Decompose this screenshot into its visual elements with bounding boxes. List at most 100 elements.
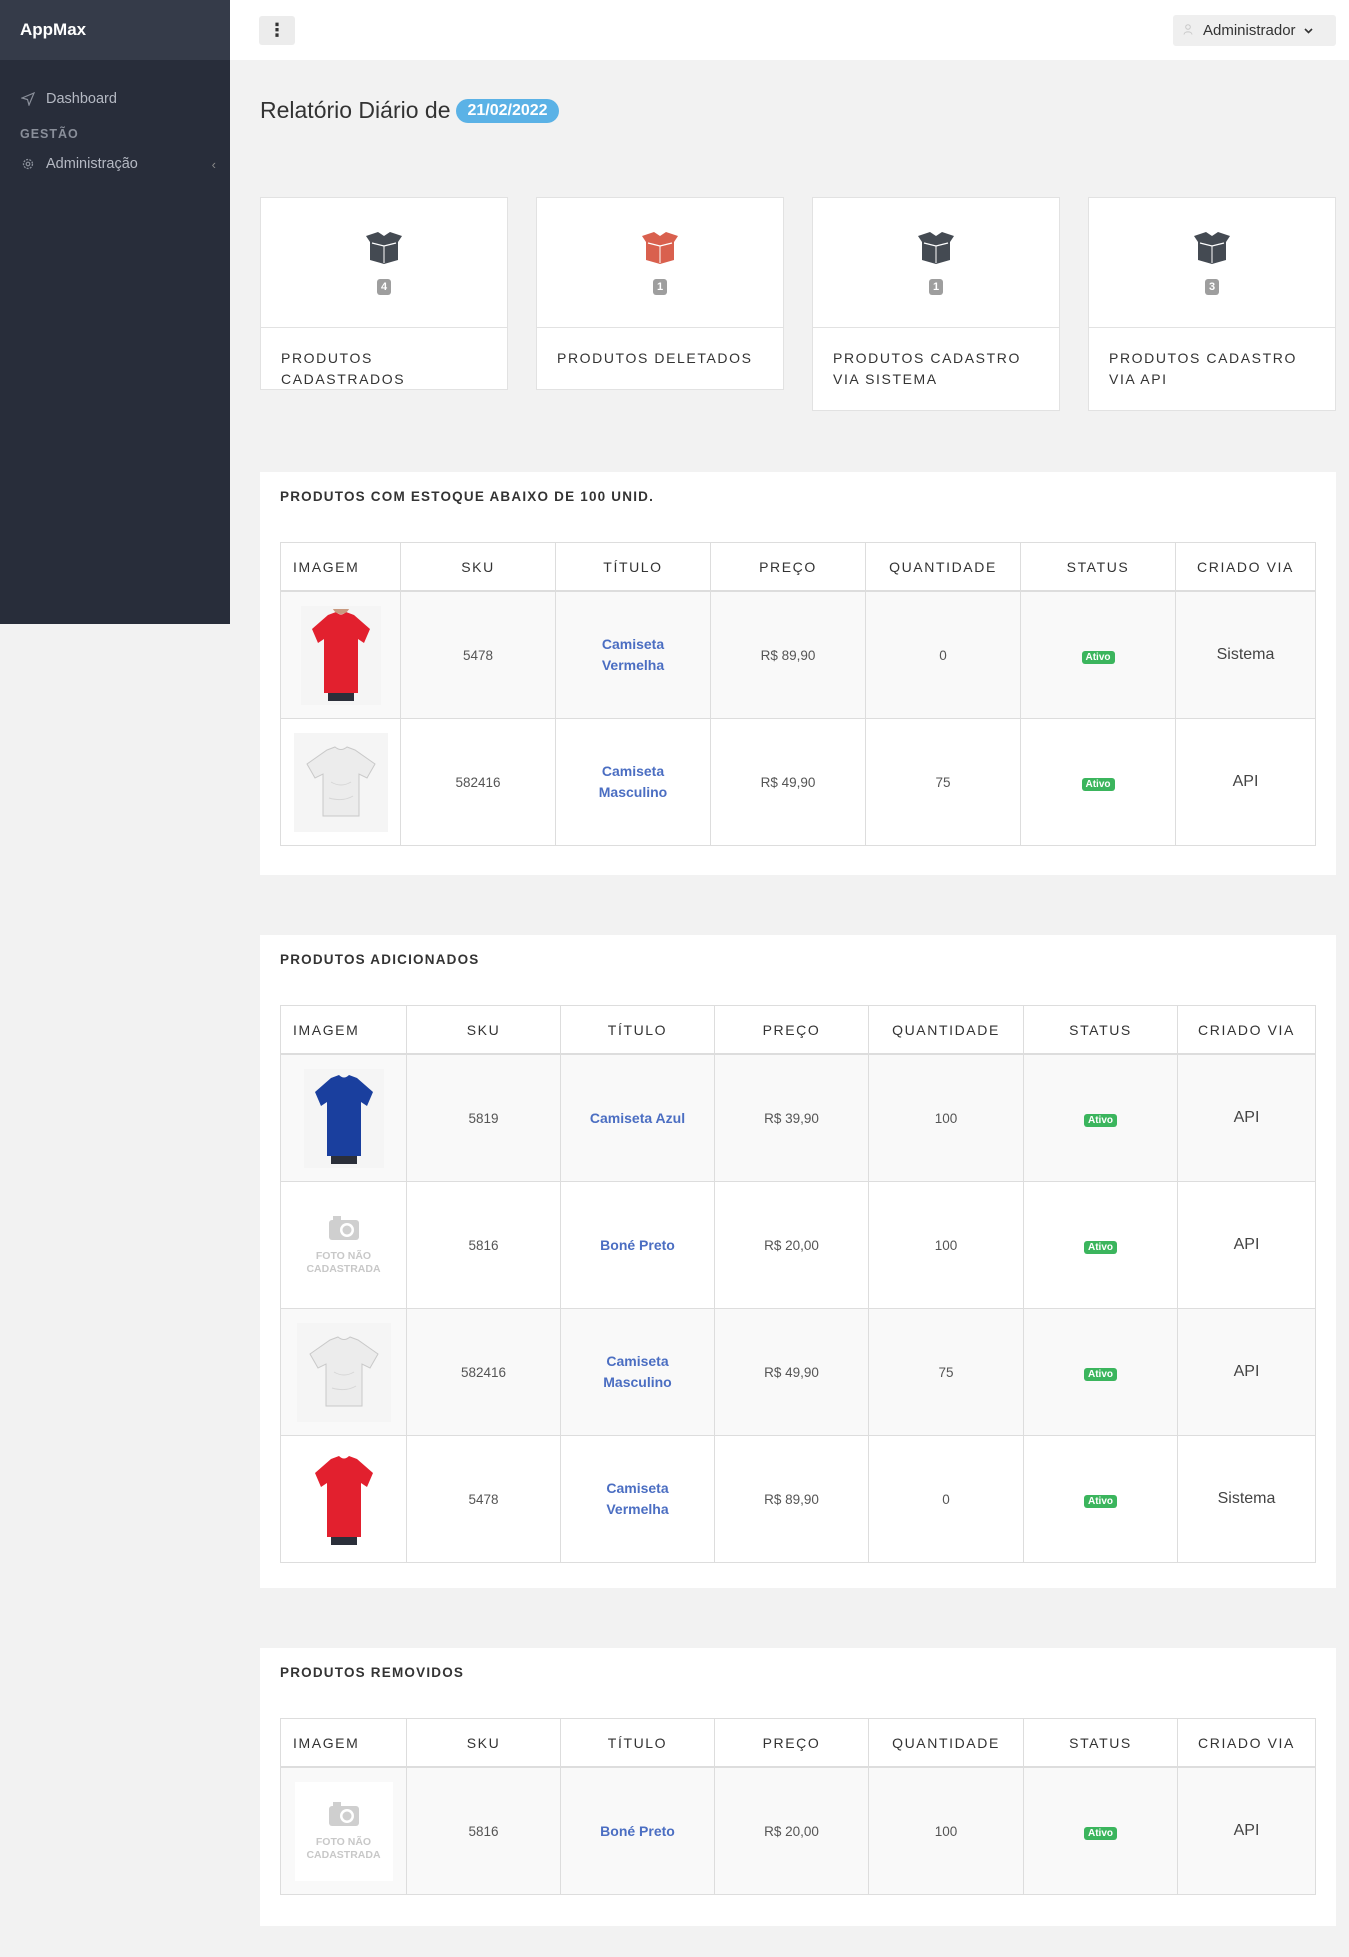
table-row: 582416 Camiseta Masculino R$ 49,90 75 Ati… [280,1308,1316,1436]
stat-label: PRODUTOS CADASTRO VIA SISTEMA [833,350,1021,387]
sku-cell: 5816 [406,1766,561,1895]
col-header[interactable]: STATUS [1023,1718,1178,1768]
user-menu-button[interactable]: Administrador [1173,15,1336,46]
product-link[interactable]: Camiseta Masculino [603,1351,671,1393]
col-header[interactable]: SKU [400,542,556,592]
products-table: IMAGEM SKU TÍTULO PREÇO QUANTIDADE STATU… [280,1718,1316,1895]
no-photo-text: CADASTRADA [306,1263,381,1275]
stat-label: PRODUTOS CADASTRO VIA API [1109,350,1297,387]
stat-count: 1 [928,279,944,295]
price-cell: R$ 20,00 [714,1181,869,1309]
no-photo-text: FOTO NÃO [315,1836,372,1848]
col-header[interactable]: SKU [406,1005,561,1055]
col-header[interactable]: IMAGEM [280,1718,407,1768]
menu-toggle-button[interactable]: ⋮ [259,16,295,45]
sidebar: AppMax Dashboard GESTÃO Administração ‹ [0,0,230,624]
col-header[interactable]: QUANTIDADE [865,542,1021,592]
status-badge: Ativo [1084,1494,1117,1508]
col-header[interactable]: IMAGEM [280,542,401,592]
price-cell: R$ 20,00 [714,1766,869,1895]
col-header[interactable]: IMAGEM [280,1005,407,1055]
via-cell: API [1175,718,1316,846]
image-cell: FOTO NÃO CADASTRADA [280,1181,407,1309]
page-title-text: Relatório Diário de [260,97,451,123]
panel-title: PRODUTOS COM ESTOQUE ABAIXO DE 100 UNID. [280,489,655,504]
gear-icon [20,156,36,172]
status-badge: Ativo [1084,1367,1117,1381]
table-row: FOTO NÃO CADASTRADA 5816 Boné Preto R$ 2… [280,1181,1316,1309]
sidebar-heading: GESTÃO [20,127,79,141]
col-header[interactable]: TÍTULO [560,1718,715,1768]
sidebar-item-administracao[interactable]: Administração ‹ [0,152,230,176]
image-cell: FOTO NÃO CADASTRADA [280,1766,407,1895]
product-image[interactable] [300,605,381,705]
sku-cell: 5478 [406,1435,561,1563]
product-link[interactable]: Camiseta Vermelha [606,1478,668,1520]
qty-cell: 100 [868,1181,1024,1309]
col-header[interactable]: SKU [406,1718,561,1768]
products-table: IMAGEM SKU TÍTULO PREÇO QUANTIDADE STATU… [280,1005,1316,1563]
col-header[interactable]: PREÇO [714,1718,869,1768]
stat-card-deletados: 1 PRODUTOS DELETADOS [536,197,784,390]
price-cell: R$ 49,90 [710,718,866,846]
qty-cell: 100 [868,1053,1024,1182]
table-row: 5478 Camiseta Vermelha R$ 89,90 0 Ativo S… [280,590,1316,719]
via-cell: API [1177,1766,1316,1895]
col-header[interactable]: CRIADO VIA [1175,542,1316,592]
product-link[interactable]: Camiseta Vermelha [602,634,664,676]
sidebar-item-dashboard[interactable]: Dashboard [0,87,230,111]
product-image[interactable] [293,732,388,832]
via-cell: API [1177,1181,1316,1309]
no-photo-image[interactable]: FOTO NÃO CADASTRADA [294,1195,393,1295]
col-header[interactable]: CRIADO VIA [1177,1718,1316,1768]
product-image[interactable] [303,1068,384,1168]
title-cell: Boné Preto [560,1766,715,1895]
product-link[interactable]: Boné Preto [600,1821,675,1842]
col-header[interactable]: PREÇO [710,542,866,592]
brand-logo[interactable]: AppMax [0,0,230,60]
title-cell: Camiseta Masculino [555,718,711,846]
user-icon [1183,23,1193,38]
col-header[interactable]: TÍTULO [560,1005,715,1055]
col-header[interactable]: QUANTIDADE [868,1005,1024,1055]
title-cell: Camiseta Azul [560,1053,715,1182]
col-header[interactable]: CRIADO VIA [1177,1005,1316,1055]
status-cell: Ativo [1020,590,1176,719]
user-name: Administrador [1203,22,1296,39]
via-cell: API [1177,1308,1316,1436]
stat-card-cadastrados: 4 PRODUTOS CADASTRADOS [260,197,508,390]
product-link[interactable]: Camiseta Masculino [599,761,667,803]
product-link[interactable]: Camiseta Azul [590,1108,685,1129]
box-open-icon [364,232,404,269]
product-image[interactable] [303,1449,384,1549]
products-table: IMAGEM SKU TÍTULO PREÇO QUANTIDADE STATU… [280,542,1316,846]
col-header[interactable]: PREÇO [714,1005,869,1055]
qty-cell: 0 [865,590,1021,719]
date-badge: 21/02/2022 [456,98,559,123]
sku-cell: 5478 [400,590,556,719]
stat-count: 4 [376,279,392,295]
no-photo-image[interactable]: FOTO NÃO CADASTRADA [294,1781,393,1881]
stat-label: PRODUTOS CADASTRADOS [281,350,406,387]
price-cell: R$ 89,90 [714,1435,869,1563]
send-icon [20,91,36,107]
title-cell: Boné Preto [560,1181,715,1309]
col-header[interactable]: STATUS [1020,542,1176,592]
page-title: Relatório Diário de 21/02/2022 [260,97,559,124]
table-row: 5478 Camiseta Vermelha R$ 89,90 0 Ativo S… [280,1435,1316,1563]
col-header[interactable]: TÍTULO [555,542,711,592]
status-badge: Ativo [1084,1826,1117,1840]
col-header[interactable]: QUANTIDADE [868,1718,1024,1768]
camera-icon [327,1800,361,1832]
col-header[interactable]: STATUS [1023,1005,1178,1055]
sku-cell: 582416 [400,718,556,846]
image-cell [280,1053,407,1182]
via-cell: Sistema [1175,590,1316,719]
price-cell: R$ 39,90 [714,1053,869,1182]
qty-cell: 100 [868,1766,1024,1895]
product-image[interactable] [296,1322,391,1422]
image-cell [280,1435,407,1563]
status-badge: Ativo [1084,1113,1117,1127]
box-open-icon [916,232,956,269]
product-link[interactable]: Boné Preto [600,1235,675,1256]
